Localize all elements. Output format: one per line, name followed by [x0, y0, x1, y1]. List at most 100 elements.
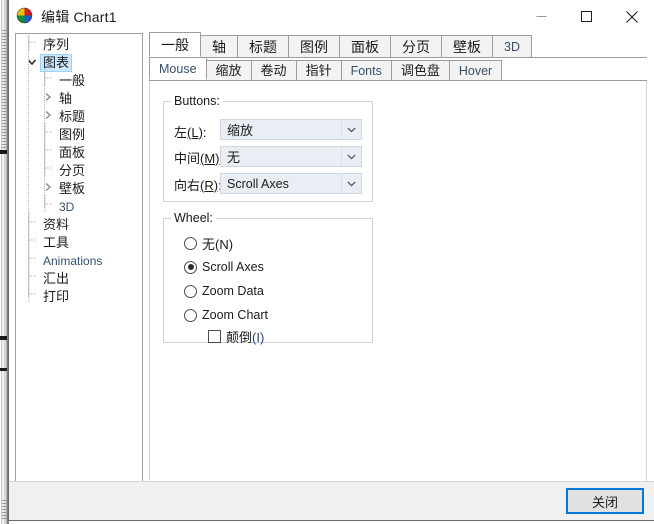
tree-item-14[interactable]: 打印	[16, 285, 142, 309]
wheel-radio-zoom-chart[interactable]: Zoom Chart	[184, 305, 268, 325]
main-tab-4[interactable]: 面板	[339, 35, 391, 57]
tree-item-label: 工具	[43, 235, 70, 250]
tree-item-label: 分页	[59, 163, 86, 178]
tree-item-1[interactable]: 图表	[16, 54, 142, 72]
radio-indicator	[184, 308, 197, 322]
tree-item-label: 壁板	[59, 181, 86, 196]
main-tab-2[interactable]: 标题	[237, 35, 289, 57]
maximize-button[interactable]	[564, 0, 609, 33]
edit-chart-dialog: 编辑 Chart1 序列 图表 一般轴标题 图例 面板 分页 壁板 3D 资料 工具 Animati…	[8, 0, 654, 521]
chevron-down-icon[interactable]	[341, 120, 361, 139]
title-bar: 编辑 Chart1	[9, 0, 654, 33]
dialog-content: 序列 图表 一般轴标题 图例 面板 分页 壁板 3D 资料 工具 Animations 汇出 打印 一般…	[9, 32, 654, 520]
tab-label: 指针	[305, 63, 332, 78]
wheel-radio-zoom-data-label: Zoom Data	[202, 284, 264, 298]
sub-tab-5[interactable]: 调色盘	[390, 60, 450, 80]
left-button-value: 缩放	[227, 123, 254, 138]
tab-label: 分页	[402, 39, 430, 55]
tab-label: 轴	[212, 39, 226, 55]
navigation-tree: 序列图表 一般轴标题图例 面板 分页壁板 3D 资料工具 Animations 汇出打印	[16, 34, 142, 306]
main-tab-1[interactable]: 轴	[200, 35, 238, 57]
middle-button-label: 中间(M)	[174, 150, 220, 166]
tab-label: 卷动	[260, 63, 287, 78]
wheel-radio-scroll-axes-label: Scroll Axes	[202, 260, 264, 274]
chevron-down-icon[interactable]	[24, 54, 40, 72]
tree-item-label: 打印	[43, 289, 70, 304]
main-tab-5[interactable]: 分页	[390, 35, 442, 57]
tree-item-label: 一般	[59, 73, 86, 88]
tree-item-label: 3D	[59, 200, 75, 214]
screen-root: 编辑 Chart1 序列 图表 一般轴标题 图例 面板 分页 壁板 3D 资料 工具 Animati…	[0, 0, 654, 524]
navigation-tree-panel[interactable]: 序列图表 一般轴标题图例 面板 分页壁板 3D 资料工具 Animations 汇出打印	[15, 33, 143, 483]
wheel-radio-zoom-chart-label: Zoom Chart	[202, 308, 268, 322]
tab-label: Mouse	[159, 62, 197, 76]
tree-item-8[interactable]: 壁板	[16, 180, 142, 198]
chevron-down-icon[interactable]	[341, 147, 361, 166]
radio-indicator	[184, 236, 197, 250]
wheel-group-legend: Wheel:	[171, 211, 216, 225]
tab-label: Fonts	[350, 64, 382, 78]
tree-item-3[interactable]: 轴	[16, 90, 142, 108]
right-button-value: Scroll Axes	[227, 176, 289, 191]
tab-label: 图例	[300, 39, 328, 55]
tree-item-label: 图例	[59, 127, 86, 142]
tree-item-5[interactable]: 图例	[16, 123, 142, 144]
tree-item-label: 轴	[59, 91, 73, 106]
sub-tab-0[interactable]: Mouse	[149, 57, 207, 80]
dialog-footer: 关闭	[9, 481, 654, 520]
tree-item-label: 汇出	[43, 271, 70, 286]
wheel-radio-none[interactable]: 无(N)	[184, 233, 233, 253]
sub-tab-row: Mouse 缩放 卷动 指针 Fonts 调色盘 Hover	[149, 57, 647, 81]
main-tab-7[interactable]: 3D	[492, 35, 532, 57]
left-button-dropdown[interactable]: 缩放	[220, 119, 362, 140]
left-button-label-row: 左(L):	[174, 120, 207, 142]
minimize-button[interactable]	[519, 0, 564, 33]
settings-tab-panel: 一般 轴 标题 图例 面板 分页 壁板 3D Mouse 缩放 卷动 指针 Fonts 调色盘 Hover…	[149, 32, 647, 486]
wheel-group: Wheel: 无(N) Scroll Axes Zoom Data Zoom C…	[163, 211, 373, 346]
chevron-right-icon[interactable]	[40, 90, 56, 108]
sub-tab-3[interactable]: 指针	[295, 60, 342, 80]
middle-button-label-row: 中间(M)	[174, 146, 220, 168]
wheel-radio-scroll-axes[interactable]: Scroll Axes	[184, 257, 264, 277]
sub-tab-1[interactable]: 缩放	[205, 60, 252, 80]
tab-label: 壁板	[453, 39, 481, 55]
tree-item-2[interactable]: 一般	[16, 69, 142, 90]
main-tab-3[interactable]: 图例	[288, 35, 340, 57]
sub-tab-2[interactable]: 卷动	[250, 60, 297, 80]
tree-item-0[interactable]: 序列	[16, 34, 142, 54]
main-tab-0[interactable]: 一般	[149, 32, 201, 57]
radio-indicator	[184, 284, 197, 298]
tab-label: 缩放	[215, 63, 242, 78]
sub-tab-4[interactable]: Fonts	[340, 60, 392, 80]
tree-item-label: Animations	[43, 254, 103, 268]
main-tab-row: 一般 轴 标题 图例 面板 分页 壁板 3D	[149, 32, 647, 58]
chevron-down-icon[interactable]	[341, 174, 361, 193]
tree-item-label: 标题	[59, 109, 86, 124]
close-button[interactable]: 关闭	[566, 488, 644, 514]
main-tab-6[interactable]: 壁板	[441, 35, 493, 57]
tree-item-6[interactable]: 面板	[16, 141, 142, 162]
close-window-button[interactable]	[609, 0, 654, 33]
invert-checkbox[interactable]: 颠倒(I)	[208, 326, 264, 346]
chart-pie-icon	[16, 7, 33, 24]
wheel-radio-zoom-data[interactable]: Zoom Data	[184, 281, 264, 301]
sub-tab-6[interactable]: Hover	[448, 60, 503, 80]
checkbox-indicator	[208, 329, 221, 343]
tab-label: 调色盘	[400, 63, 440, 78]
right-button-label-row: 向右(R):	[174, 173, 222, 195]
tree-item-label: 序列	[43, 37, 70, 52]
left-button-label: 左(L):	[174, 124, 207, 140]
window-title: 编辑 Chart1	[41, 9, 117, 25]
tree-item-7[interactable]: 分页	[16, 159, 142, 180]
tab-label: Hover	[458, 64, 493, 78]
tab-label: 一般	[161, 37, 189, 53]
mouse-tab-content: Buttons: 左(L): 缩放 中间(M) 无 向右(R) Scroll A…	[149, 81, 647, 486]
tab-label: 面板	[351, 39, 379, 55]
middle-button-dropdown[interactable]: 无	[220, 146, 362, 167]
tree-item-label: 资料	[43, 217, 70, 232]
middle-button-value: 无	[227, 150, 241, 165]
right-button-dropdown[interactable]: Scroll Axes	[220, 173, 362, 194]
tree-connector	[24, 285, 40, 309]
buttons-group-legend: Buttons:	[171, 94, 223, 108]
tree-item-4[interactable]: 标题	[16, 108, 142, 126]
